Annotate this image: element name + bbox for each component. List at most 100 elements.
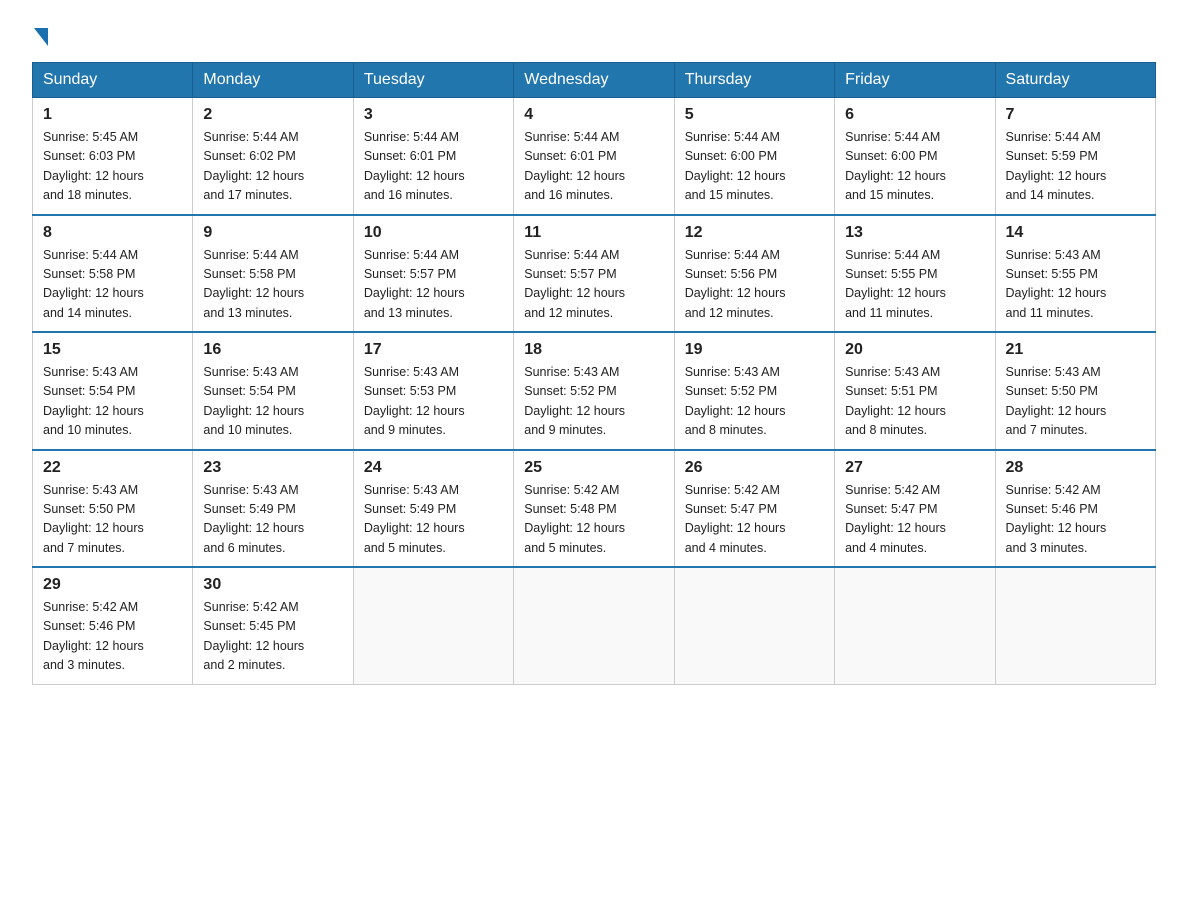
day-info: Sunrise: 5:42 AMSunset: 5:47 PMDaylight:… bbox=[845, 481, 984, 559]
calendar-cell: 23Sunrise: 5:43 AMSunset: 5:49 PMDayligh… bbox=[193, 450, 353, 568]
calendar-cell: 20 Sunrise: 5:43 AMSunset: 5:51 PMDayligh… bbox=[835, 332, 995, 450]
logo-arrow-icon bbox=[34, 28, 48, 46]
day-info: Sunrise: 5:44 AMSunset: 6:02 PMDaylight:… bbox=[203, 128, 342, 206]
day-info: Sunrise: 5:43 AMSunset: 5:50 PMDaylight:… bbox=[43, 481, 182, 559]
header-wednesday: Wednesday bbox=[514, 63, 674, 98]
day-number: 13 bbox=[845, 224, 984, 242]
day-number: 29 bbox=[43, 576, 182, 594]
day-number: 18 bbox=[524, 341, 663, 359]
page-header bbox=[32, 24, 1156, 46]
day-number: 12 bbox=[685, 224, 824, 242]
calendar-cell: 1 Sunrise: 5:45 AMSunset: 6:03 PMDaylight… bbox=[33, 98, 193, 215]
calendar-week-1: 1 Sunrise: 5:45 AMSunset: 6:03 PMDaylight… bbox=[33, 98, 1156, 215]
calendar-cell: 7 Sunrise: 5:44 AMSunset: 5:59 PMDaylight… bbox=[995, 98, 1155, 215]
calendar-header-row: SundayMondayTuesdayWednesdayThursdayFrid… bbox=[33, 63, 1156, 98]
calendar-cell: 17 Sunrise: 5:43 AMSunset: 5:53 PMDayligh… bbox=[353, 332, 513, 450]
day-number: 24 bbox=[364, 459, 503, 477]
day-info: Sunrise: 5:42 AMSunset: 5:47 PMDaylight:… bbox=[685, 481, 824, 559]
day-info: Sunrise: 5:43 AMSunset: 5:54 PMDaylight:… bbox=[43, 363, 182, 441]
calendar-week-2: 8 Sunrise: 5:44 AMSunset: 5:58 PMDaylight… bbox=[33, 215, 1156, 333]
day-info: Sunrise: 5:43 AMSunset: 5:53 PMDaylight:… bbox=[364, 363, 503, 441]
calendar-week-5: 29 Sunrise: 5:42 AMSunset: 5:46 PMDayligh… bbox=[33, 567, 1156, 684]
day-info: Sunrise: 5:44 AMSunset: 5:58 PMDaylight:… bbox=[43, 246, 182, 324]
day-number: 8 bbox=[43, 224, 182, 242]
day-number: 14 bbox=[1006, 224, 1145, 242]
day-number: 11 bbox=[524, 224, 663, 242]
calendar-week-3: 15Sunrise: 5:43 AMSunset: 5:54 PMDayligh… bbox=[33, 332, 1156, 450]
day-info: Sunrise: 5:43 AMSunset: 5:54 PMDaylight:… bbox=[203, 363, 342, 441]
day-number: 19 bbox=[685, 341, 824, 359]
calendar-cell: 30 Sunrise: 5:42 AMSunset: 5:45 PMDayligh… bbox=[193, 567, 353, 684]
day-info: Sunrise: 5:43 AMSunset: 5:51 PMDaylight:… bbox=[845, 363, 984, 441]
day-number: 17 bbox=[364, 341, 503, 359]
calendar-cell: 11Sunrise: 5:44 AMSunset: 5:57 PMDayligh… bbox=[514, 215, 674, 333]
calendar-cell: 6 Sunrise: 5:44 AMSunset: 6:00 PMDaylight… bbox=[835, 98, 995, 215]
calendar-cell: 21 Sunrise: 5:43 AMSunset: 5:50 PMDayligh… bbox=[995, 332, 1155, 450]
day-number: 21 bbox=[1006, 341, 1145, 359]
calendar-cell: 14 Sunrise: 5:43 AMSunset: 5:55 PMDayligh… bbox=[995, 215, 1155, 333]
day-number: 7 bbox=[1006, 106, 1145, 124]
calendar-cell bbox=[835, 567, 995, 684]
day-info: Sunrise: 5:45 AMSunset: 6:03 PMDaylight:… bbox=[43, 128, 182, 206]
calendar-cell: 18 Sunrise: 5:43 AMSunset: 5:52 PMDayligh… bbox=[514, 332, 674, 450]
day-info: Sunrise: 5:44 AMSunset: 5:58 PMDaylight:… bbox=[203, 246, 342, 324]
day-info: Sunrise: 5:43 AMSunset: 5:50 PMDaylight:… bbox=[1006, 363, 1145, 441]
calendar-cell: 13 Sunrise: 5:44 AMSunset: 5:55 PMDayligh… bbox=[835, 215, 995, 333]
day-number: 25 bbox=[524, 459, 663, 477]
calendar-cell: 3Sunrise: 5:44 AMSunset: 6:01 PMDaylight… bbox=[353, 98, 513, 215]
day-number: 20 bbox=[845, 341, 984, 359]
day-number: 3 bbox=[364, 106, 503, 124]
day-number: 27 bbox=[845, 459, 984, 477]
day-number: 30 bbox=[203, 576, 342, 594]
day-info: Sunrise: 5:43 AMSunset: 5:55 PMDaylight:… bbox=[1006, 246, 1145, 324]
calendar-cell bbox=[514, 567, 674, 684]
calendar-table: SundayMondayTuesdayWednesdayThursdayFrid… bbox=[32, 62, 1156, 685]
day-info: Sunrise: 5:43 AMSunset: 5:52 PMDaylight:… bbox=[685, 363, 824, 441]
calendar-cell: 26 Sunrise: 5:42 AMSunset: 5:47 PMDayligh… bbox=[674, 450, 834, 568]
day-info: Sunrise: 5:42 AMSunset: 5:46 PMDaylight:… bbox=[1006, 481, 1145, 559]
day-info: Sunrise: 5:43 AMSunset: 5:52 PMDaylight:… bbox=[524, 363, 663, 441]
calendar-cell: 10 Sunrise: 5:44 AMSunset: 5:57 PMDayligh… bbox=[353, 215, 513, 333]
calendar-cell: 22 Sunrise: 5:43 AMSunset: 5:50 PMDayligh… bbox=[33, 450, 193, 568]
calendar-cell bbox=[353, 567, 513, 684]
calendar-cell: 16 Sunrise: 5:43 AMSunset: 5:54 PMDayligh… bbox=[193, 332, 353, 450]
day-info: Sunrise: 5:43 AMSunset: 5:49 PMDaylight:… bbox=[203, 481, 342, 559]
calendar-cell bbox=[995, 567, 1155, 684]
calendar-cell: 27 Sunrise: 5:42 AMSunset: 5:47 PMDayligh… bbox=[835, 450, 995, 568]
calendar-cell: 28 Sunrise: 5:42 AMSunset: 5:46 PMDayligh… bbox=[995, 450, 1155, 568]
calendar-cell: 29 Sunrise: 5:42 AMSunset: 5:46 PMDayligh… bbox=[33, 567, 193, 684]
day-number: 28 bbox=[1006, 459, 1145, 477]
logo bbox=[32, 24, 48, 46]
day-info: Sunrise: 5:44 AMSunset: 5:59 PMDaylight:… bbox=[1006, 128, 1145, 206]
day-number: 4 bbox=[524, 106, 663, 124]
day-info: Sunrise: 5:44 AMSunset: 5:57 PMDaylight:… bbox=[364, 246, 503, 324]
day-info: Sunrise: 5:44 AMSunset: 6:01 PMDaylight:… bbox=[524, 128, 663, 206]
calendar-cell: 15Sunrise: 5:43 AMSunset: 5:54 PMDayligh… bbox=[33, 332, 193, 450]
day-number: 10 bbox=[364, 224, 503, 242]
calendar-cell: 19 Sunrise: 5:43 AMSunset: 5:52 PMDayligh… bbox=[674, 332, 834, 450]
calendar-cell: 24 Sunrise: 5:43 AMSunset: 5:49 PMDayligh… bbox=[353, 450, 513, 568]
header-saturday: Saturday bbox=[995, 63, 1155, 98]
day-info: Sunrise: 5:42 AMSunset: 5:48 PMDaylight:… bbox=[524, 481, 663, 559]
day-number: 2 bbox=[203, 106, 342, 124]
day-info: Sunrise: 5:42 AMSunset: 5:45 PMDaylight:… bbox=[203, 598, 342, 676]
day-info: Sunrise: 5:42 AMSunset: 5:46 PMDaylight:… bbox=[43, 598, 182, 676]
day-info: Sunrise: 5:44 AMSunset: 5:55 PMDaylight:… bbox=[845, 246, 984, 324]
day-number: 26 bbox=[685, 459, 824, 477]
calendar-cell: 2 Sunrise: 5:44 AMSunset: 6:02 PMDaylight… bbox=[193, 98, 353, 215]
day-number: 22 bbox=[43, 459, 182, 477]
day-info: Sunrise: 5:44 AMSunset: 5:56 PMDaylight:… bbox=[685, 246, 824, 324]
day-number: 6 bbox=[845, 106, 984, 124]
header-thursday: Thursday bbox=[674, 63, 834, 98]
header-tuesday: Tuesday bbox=[353, 63, 513, 98]
day-number: 16 bbox=[203, 341, 342, 359]
day-number: 1 bbox=[43, 106, 182, 124]
calendar-week-4: 22 Sunrise: 5:43 AMSunset: 5:50 PMDayligh… bbox=[33, 450, 1156, 568]
calendar-cell bbox=[674, 567, 834, 684]
calendar-cell: 8 Sunrise: 5:44 AMSunset: 5:58 PMDaylight… bbox=[33, 215, 193, 333]
header-sunday: Sunday bbox=[33, 63, 193, 98]
day-info: Sunrise: 5:44 AMSunset: 6:00 PMDaylight:… bbox=[845, 128, 984, 206]
calendar-cell: 12 Sunrise: 5:44 AMSunset: 5:56 PMDayligh… bbox=[674, 215, 834, 333]
day-info: Sunrise: 5:43 AMSunset: 5:49 PMDaylight:… bbox=[364, 481, 503, 559]
header-friday: Friday bbox=[835, 63, 995, 98]
